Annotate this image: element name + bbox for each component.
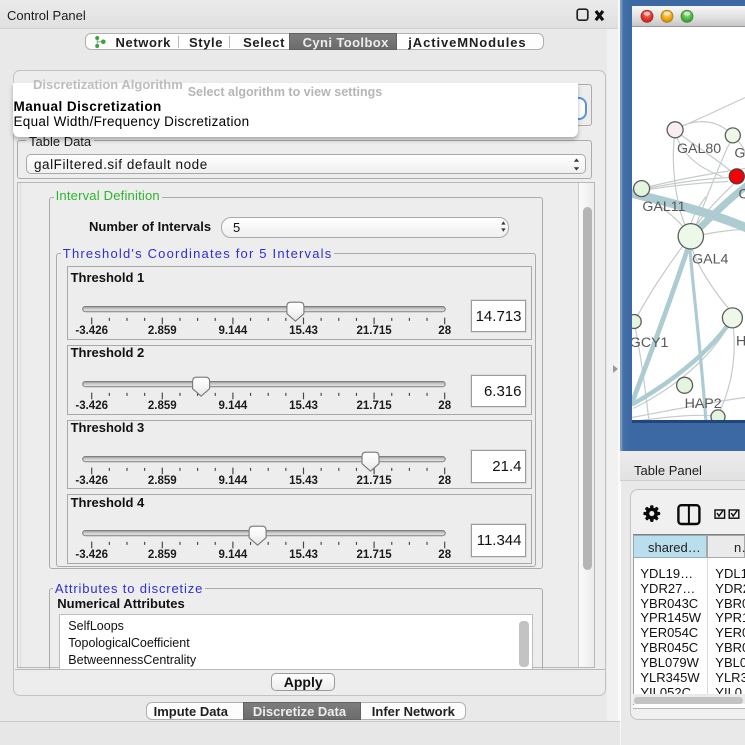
svg-text:-3.426: -3.426: [75, 549, 108, 561]
svg-text:GCY1: GCY1: [632, 335, 669, 351]
svg-text:15.43: 15.43: [289, 399, 318, 411]
svg-text:H: H: [736, 333, 745, 349]
svg-text:-3.426: -3.426: [75, 474, 108, 486]
svg-text:GAL4: GAL4: [692, 251, 728, 267]
svg-text:9.144: 9.144: [218, 324, 247, 336]
svg-text:9.144: 9.144: [218, 474, 247, 486]
svg-text:28: 28: [438, 324, 451, 336]
svg-text:2.859: 2.859: [148, 549, 177, 561]
svg-text:21.715: 21.715: [356, 399, 392, 411]
svg-text:GAL11: GAL11: [642, 199, 685, 215]
svg-text:G.: G.: [734, 145, 745, 161]
svg-text:HAP2: HAP2: [685, 395, 722, 411]
svg-text:28: 28: [438, 549, 451, 561]
svg-text:-3.426: -3.426: [75, 324, 108, 336]
svg-text:21.715: 21.715: [356, 324, 392, 336]
svg-text:21.715: 21.715: [356, 549, 392, 561]
svg-text:15.43: 15.43: [289, 549, 318, 561]
svg-text:-3.426: -3.426: [75, 399, 108, 411]
svg-text:9.144: 9.144: [218, 399, 247, 411]
svg-text:2.859: 2.859: [148, 474, 177, 486]
svg-text:21.715: 21.715: [356, 474, 392, 486]
svg-text:2.859: 2.859: [148, 399, 177, 411]
svg-text:C: C: [738, 186, 745, 202]
svg-text:9.144: 9.144: [218, 549, 247, 561]
svg-text:2.859: 2.859: [148, 324, 177, 336]
svg-text:15.43: 15.43: [289, 324, 318, 336]
svg-text:28: 28: [438, 399, 451, 411]
svg-text:GAL80: GAL80: [677, 140, 721, 156]
svg-text:15.43: 15.43: [289, 474, 318, 486]
svg-text:28: 28: [438, 474, 451, 486]
